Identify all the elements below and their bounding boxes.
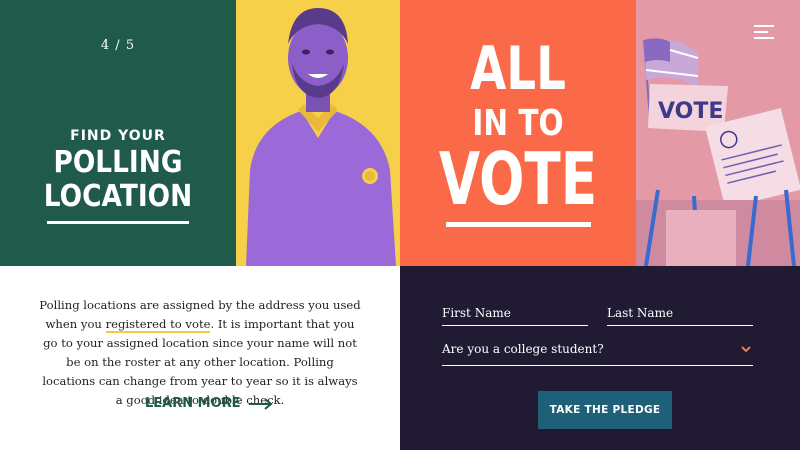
- take-the-pledge-button[interactable]: TAKE THE PLEDGE: [538, 391, 672, 429]
- last-name-field-wrapper: [607, 302, 753, 326]
- hero-underline: [446, 222, 591, 227]
- slide-title-line1: POLLING: [53, 145, 183, 180]
- registered-to-vote-link[interactable]: registered to vote: [105, 317, 211, 333]
- title-underline: [47, 221, 189, 224]
- all-in-to-vote-panel: ALL IN TO VOTE: [400, 0, 636, 266]
- hero-line-vote: VOTE: [438, 137, 598, 221]
- slide-title-panel: 4 / 5 FIND YOUR POLLING LOCATION: [0, 0, 236, 266]
- arrow-right-icon: [248, 397, 273, 410]
- first-name-field-wrapper: [442, 302, 588, 326]
- portrait-illustration: [236, 0, 400, 266]
- last-name-input[interactable]: [607, 306, 753, 320]
- hamburger-menu-icon[interactable]: [754, 25, 774, 41]
- first-name-input[interactable]: [442, 306, 588, 320]
- portrait-photo: [236, 0, 400, 266]
- pledge-form: Are you a college student? TAKE THE PLED…: [400, 266, 800, 450]
- hero-line-all: ALL: [470, 34, 566, 104]
- slide-kicker: FIND YOUR: [70, 128, 166, 144]
- slide-counter: 4 / 5: [100, 38, 136, 53]
- college-student-label: Are you a college student?: [442, 342, 604, 356]
- slide-title: POLLING LOCATION: [14, 146, 222, 214]
- college-student-select[interactable]: Are you a college student?: [442, 342, 753, 366]
- learn-more-label: LEARN MORE: [145, 396, 241, 411]
- menu-bar-top: [754, 25, 774, 27]
- voting-booth-photo: VOTE: [636, 0, 800, 266]
- menu-bar-bottom: [754, 37, 774, 39]
- polling-info-text: Polling locations are assigned by the ad…: [38, 296, 362, 410]
- voting-booth-illustration: VOTE: [636, 0, 800, 266]
- slide-title-line2: LOCATION: [43, 179, 193, 214]
- polling-info-panel: Polling locations are assigned by the ad…: [0, 266, 400, 450]
- vote-sign-text: VOTE: [658, 99, 723, 124]
- chevron-down-icon: [741, 346, 751, 353]
- menu-bar-middle: [754, 31, 768, 33]
- learn-more-link[interactable]: LEARN MORE: [145, 396, 273, 411]
